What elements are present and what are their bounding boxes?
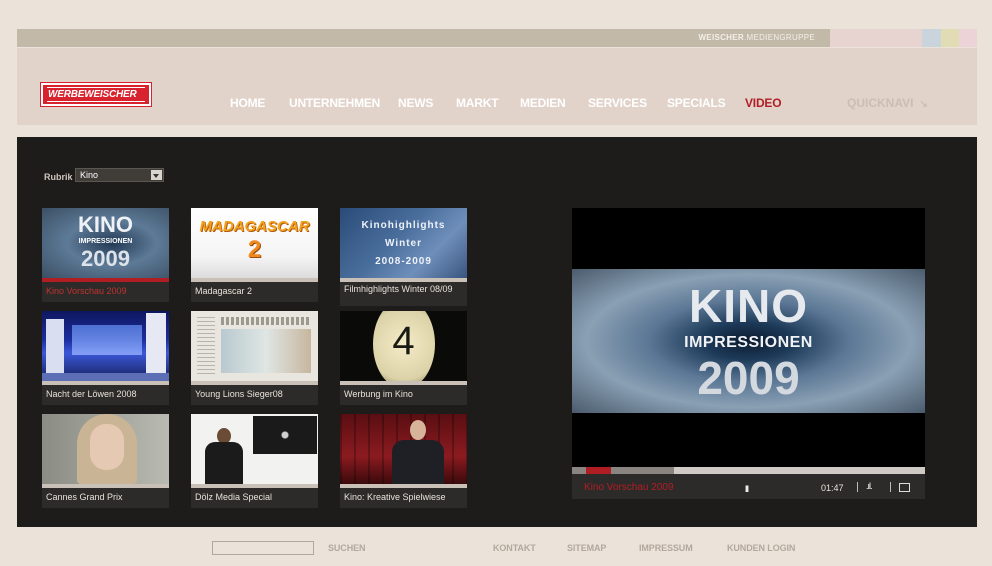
video-player[interactable]: KINO IMPRESSIONEN 2009 Kino Vorschau 200… bbox=[572, 208, 925, 499]
thumb-image: 4 bbox=[340, 311, 467, 381]
video-thumb-kreative-spielwiese[interactable]: Kino: Kreative Spielwiese bbox=[340, 414, 467, 508]
group-brand[interactable]: WEISCHER.MEDIENGRUPPE bbox=[698, 33, 815, 42]
stage-screen bbox=[72, 325, 142, 355]
thumb-image bbox=[191, 311, 318, 381]
footer-link-impressum[interactable]: IMPRESSUM bbox=[639, 543, 693, 553]
newspaper-photo bbox=[221, 329, 311, 373]
stage-banner-left bbox=[46, 319, 64, 375]
thumb-caption: Kino: Kreative Spielwiese bbox=[340, 488, 467, 508]
nav-news[interactable]: NEWS bbox=[398, 96, 433, 110]
thumb-image: KINO IMPRESSIONEN 2009 bbox=[42, 208, 169, 278]
rubrik-label: Rubrik bbox=[44, 172, 73, 182]
thumb-caption: Werbung im Kino bbox=[340, 385, 467, 405]
nav-unternehmen[interactable]: UNTERNEHMEN bbox=[289, 96, 380, 110]
video-title-line2: IMPRESSIONEN bbox=[684, 334, 813, 351]
video-thumb-werbung-im-kino[interactable]: 4 Werbung im Kino bbox=[340, 311, 467, 405]
video-thumb-madagascar[interactable]: MADAGASCAR 2 Madagascar 2 bbox=[191, 208, 318, 302]
video-thumb-filmhighlights[interactable]: Kinohighlights Winter 2008-2009 Filmhigh… bbox=[340, 208, 467, 306]
fullscreen-icon[interactable] bbox=[899, 483, 910, 492]
newspaper-header bbox=[221, 317, 311, 325]
divider bbox=[890, 482, 891, 492]
video-title-line1: KINO bbox=[689, 280, 808, 332]
player-caption: Kino Vorschau 2009 bbox=[584, 482, 674, 493]
player-controls: Kino Vorschau 2009 II 01:47 .ıl. bbox=[572, 474, 925, 499]
header: WERBEWEISCHER HOME UNTERNEHMEN NEWS MARK… bbox=[17, 48, 977, 125]
chevron-down-icon[interactable] bbox=[151, 170, 162, 180]
progress-played[interactable] bbox=[586, 467, 611, 474]
stage-floor bbox=[42, 373, 169, 381]
thumb-subtitle: IMPRESSIONEN bbox=[78, 238, 133, 245]
pause-icon[interactable]: II bbox=[745, 484, 749, 494]
thumb-year: 2008-2009 bbox=[375, 256, 432, 267]
video-thumb-doelz-media[interactable]: Dölz Media Special bbox=[191, 414, 318, 508]
thumb-caption: Kino Vorschau 2009 bbox=[42, 282, 169, 302]
stage-banner-right bbox=[146, 313, 166, 377]
nav-markt[interactable]: MARKT bbox=[456, 96, 499, 110]
color-swatch-2 bbox=[922, 29, 941, 47]
nav-medien[interactable]: MEDIEN bbox=[520, 96, 566, 110]
presentation-screen bbox=[253, 416, 317, 454]
thumb-year: 2009 bbox=[81, 246, 130, 271]
nav-video[interactable]: VIDEO bbox=[745, 96, 782, 110]
color-swatch-3 bbox=[941, 29, 959, 47]
newspaper-columns bbox=[197, 317, 215, 377]
thumb-caption: Nacht der Löwen 2008 bbox=[42, 385, 169, 405]
video-thumb-nacht-der-loewen[interactable]: Nacht der Löwen 2008 bbox=[42, 311, 169, 405]
nav-specials[interactable]: SPECIALS bbox=[667, 96, 726, 110]
search-input[interactable] bbox=[212, 541, 314, 555]
thumb-title: MADAGASCAR bbox=[199, 218, 310, 235]
video-thumb-cannes[interactable]: Cannes Grand Prix bbox=[42, 414, 169, 508]
volume-icon[interactable]: .ıl. bbox=[866, 481, 872, 491]
video-thumb-kino-vorschau[interactable]: KINO IMPRESSIONEN 2009 Kino Vorschau 200… bbox=[42, 208, 169, 302]
werbeweischer-logo[interactable]: WERBEWEISCHER bbox=[41, 83, 151, 106]
thumb-title: Kinohighlights bbox=[361, 220, 446, 231]
quicknavi-link[interactable]: QUICKNAVI ↘ bbox=[847, 96, 928, 110]
color-swatch-1 bbox=[830, 29, 922, 47]
thumb-image: Kinohighlights Winter 2008-2009 bbox=[340, 208, 467, 278]
footer-link-sitemap[interactable]: SITEMAP bbox=[567, 543, 606, 553]
video-panel: Rubrik Kino KINO IMPRESSIONEN 2009 Kino … bbox=[17, 137, 977, 527]
top-brand-strip: WEISCHER.MEDIENGRUPPE bbox=[17, 29, 977, 47]
countdown-number: 4 bbox=[392, 319, 415, 363]
arrow-down-right-icon: ↘ bbox=[919, 99, 928, 110]
thumb-caption: Cannes Grand Prix bbox=[42, 488, 169, 508]
divider bbox=[857, 482, 858, 492]
thumb-image bbox=[42, 414, 169, 484]
color-swatch-4 bbox=[959, 29, 977, 47]
video-thumb-young-lions[interactable]: Young Lions Sieger08 bbox=[191, 311, 318, 405]
rubrik-select[interactable]: Kino bbox=[75, 168, 164, 182]
footer-link-kontakt[interactable]: KONTAKT bbox=[493, 543, 536, 553]
nav-services[interactable]: SERVICES bbox=[588, 96, 647, 110]
thumb-image: MADAGASCAR 2 bbox=[191, 208, 318, 278]
footer-link-kunden-login[interactable]: KUNDEN LOGIN bbox=[727, 543, 795, 553]
video-frame[interactable]: KINO IMPRESSIONEN 2009 bbox=[572, 269, 925, 413]
thumb-image bbox=[42, 311, 169, 381]
presenter-body bbox=[205, 442, 243, 484]
thumb-image bbox=[191, 414, 318, 484]
progress-bar[interactable] bbox=[572, 467, 925, 474]
search-button[interactable]: SUCHEN bbox=[328, 543, 366, 553]
thumb-title: KINO bbox=[78, 212, 133, 237]
nav-home[interactable]: HOME bbox=[230, 96, 265, 110]
thumb-caption: Dölz Media Special bbox=[191, 488, 318, 508]
speaker-head bbox=[410, 420, 426, 440]
thumb-caption: Young Lions Sieger08 bbox=[191, 385, 318, 405]
thumb-caption: Madagascar 2 bbox=[191, 282, 318, 302]
thumb-number: 2 bbox=[247, 236, 262, 263]
speaker-body bbox=[392, 440, 444, 484]
time-display: 01:47 bbox=[821, 483, 844, 493]
portrait-face bbox=[90, 424, 124, 470]
video-title-line3: 2009 bbox=[697, 352, 800, 404]
thumb-subtitle: Winter bbox=[384, 238, 423, 249]
thumb-image bbox=[340, 414, 467, 484]
thumb-caption: Filmhighlights Winter 08/09 bbox=[340, 282, 467, 306]
